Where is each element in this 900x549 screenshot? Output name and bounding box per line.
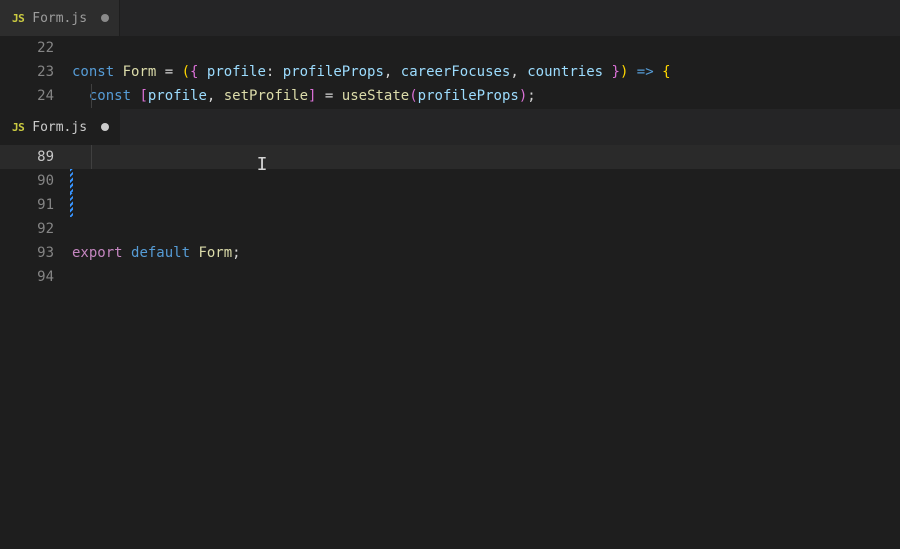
tab-filename: Form.js <box>32 120 87 135</box>
line-number: 22 <box>0 40 72 56</box>
code-line[interactable]: 22 <box>0 36 900 60</box>
unsaved-indicator-icon <box>101 123 109 131</box>
editor-pane-top: JS Form.js 22 23const Form = ({ profile: … <box>0 0 900 108</box>
code-line[interactable]: 94 <box>0 265 900 289</box>
code-line[interactable]: 23const Form = ({ profile: profileProps,… <box>0 60 900 84</box>
tab-bar: JS Form.js <box>0 109 900 145</box>
line-number: 90 <box>0 173 72 189</box>
file-tab-form-js[interactable]: JS Form.js <box>0 0 120 36</box>
line-number: 23 <box>0 64 72 80</box>
modified-gutter-indicator-icon <box>70 169 73 193</box>
code-line[interactable]: 89 <box>0 145 900 169</box>
code-content[interactable]: const Form = ({ profile: profileProps, c… <box>72 64 671 80</box>
line-number: 24 <box>0 88 72 104</box>
line-number: 94 <box>0 269 72 285</box>
editor-pane-bottom: JS Form.js I 8990919293export default Fo… <box>0 108 900 545</box>
code-line[interactable]: 93export default Form; <box>0 241 900 265</box>
line-number: 89 <box>0 149 72 165</box>
line-number: 93 <box>0 245 72 261</box>
modified-gutter-indicator-icon <box>70 193 73 217</box>
code-line[interactable]: 92 <box>0 217 900 241</box>
js-file-icon: JS <box>12 121 24 134</box>
code-line[interactable]: 24 const [profile, setProfile] = useStat… <box>0 84 900 108</box>
code-line[interactable]: 91 <box>0 193 900 217</box>
unsaved-indicator-icon <box>101 14 109 22</box>
code-editor[interactable]: 22 23const Form = ({ profile: profileProp… <box>0 36 900 108</box>
tab-bar: JS Form.js <box>0 0 900 36</box>
code-editor[interactable]: I 8990919293export default Form;94 <box>0 145 900 545</box>
file-tab-form-js[interactable]: JS Form.js <box>0 109 120 145</box>
code-content[interactable]: export default Form; <box>72 245 241 261</box>
line-number: 92 <box>0 221 72 237</box>
indent-guide <box>91 84 92 108</box>
code-line[interactable]: 90 <box>0 169 900 193</box>
tab-filename: Form.js <box>32 11 87 26</box>
code-content[interactable]: const [profile, setProfile] = useState(p… <box>72 88 536 104</box>
line-number: 91 <box>0 197 72 213</box>
js-file-icon: JS <box>12 12 24 25</box>
indent-guide <box>91 145 92 169</box>
